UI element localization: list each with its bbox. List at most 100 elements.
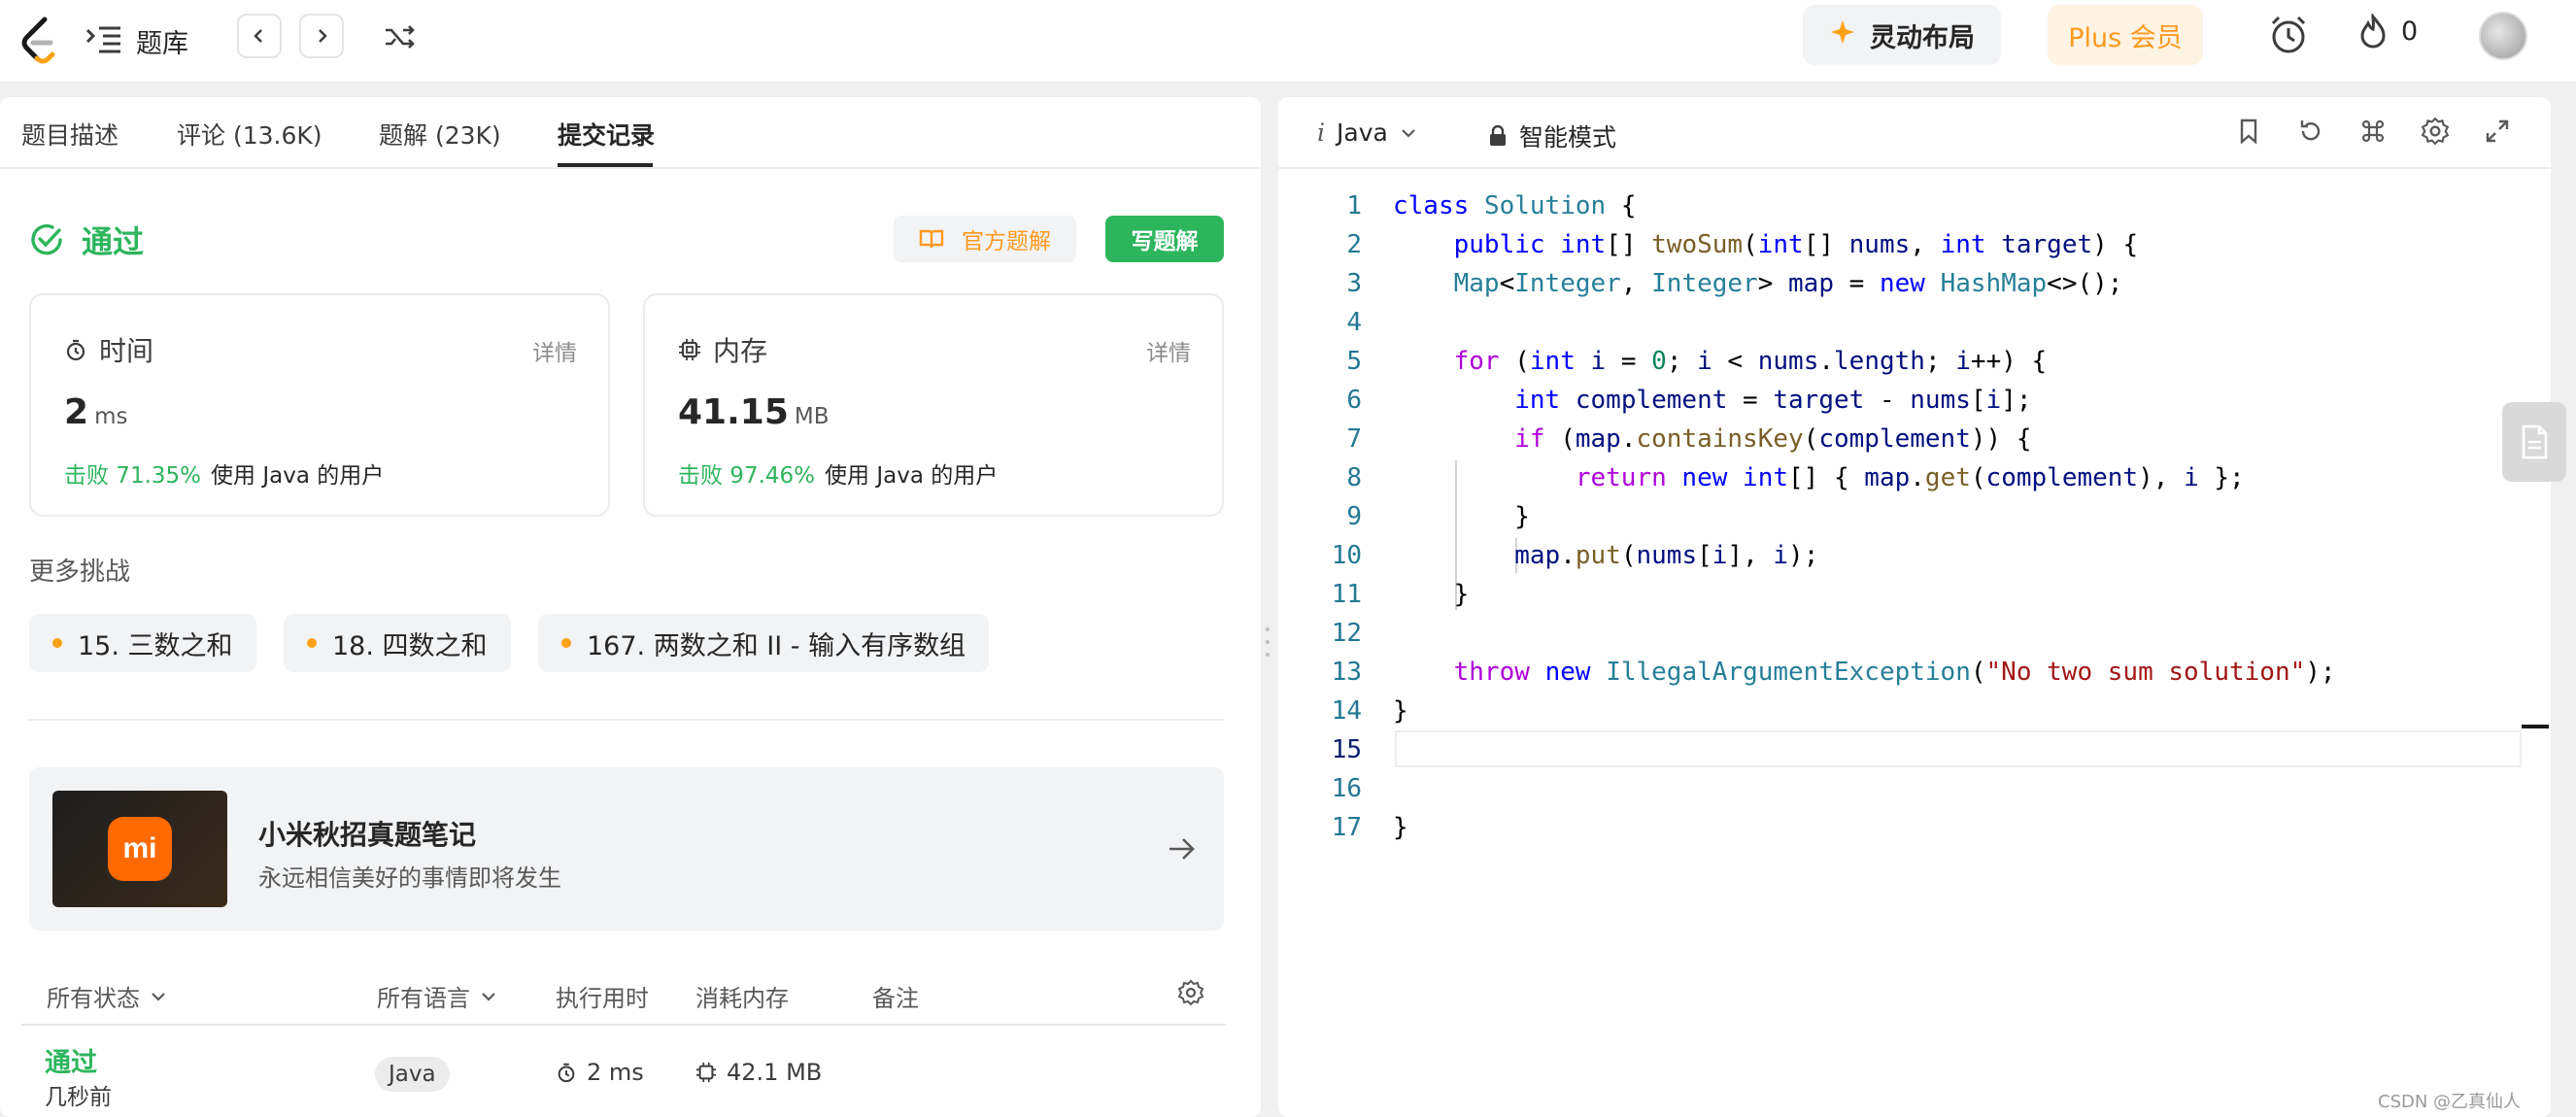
- problem-list-button[interactable]: 题库: [85, 17, 188, 64]
- active-tab-indicator: [558, 163, 653, 167]
- memory-detail-link[interactable]: 详情: [1146, 334, 1191, 367]
- challenge-chip-label: 18. 四数之和: [332, 630, 488, 661]
- tab-comments[interactable]: 评论 (13.6K): [177, 117, 322, 152]
- row-status[interactable]: 通过: [45, 1041, 97, 1079]
- plus-membership-button[interactable]: Plus 会员: [2048, 5, 2203, 65]
- smart-mode-toggle[interactable]: 智能模式: [1488, 118, 1616, 153]
- memory-column-header: 消耗内存: [695, 979, 789, 1013]
- problem-list-label: 题库: [136, 28, 188, 59]
- line-number: 14: [1331, 696, 1362, 726]
- code-line: 2 public int[] twoSum(int[] nums, int ta…: [1278, 225, 2531, 264]
- tab-description[interactable]: 题目描述: [21, 117, 119, 152]
- panel-tabs: 题目描述 评论 (13.6K) 题解 (23K) 提交记录: [0, 97, 1261, 169]
- reset-icon[interactable]: [2296, 117, 2325, 146]
- table-settings-button[interactable]: [1177, 979, 1204, 1006]
- random-problem-button[interactable]: [381, 17, 420, 56]
- code-text: }: [1393, 813, 1408, 842]
- dynamic-layout-label: 灵动布局: [1870, 22, 1975, 53]
- streak-count: 0: [2401, 16, 2419, 47]
- row-runtime-value: 2 ms: [587, 1059, 644, 1086]
- chevron-left-icon: [254, 29, 262, 43]
- challenge-chip-label: 15. 三数之和: [78, 630, 233, 661]
- settings-icon[interactable]: [2421, 117, 2450, 146]
- language-selector[interactable]: i Java: [1317, 118, 1417, 147]
- line-number: 13: [1331, 658, 1362, 687]
- code-area[interactable]: 1 class Solution { 2 public int[] twoSum(…: [1278, 186, 2531, 847]
- memory-card-title: 内存: [713, 335, 768, 367]
- row-language-badge: Java: [375, 1057, 450, 1092]
- code-text: if (map.containsKey(complement)) {: [1514, 424, 2032, 454]
- tab-solutions[interactable]: 题解 (23K): [379, 117, 501, 152]
- bookmark-icon[interactable]: [2234, 117, 2263, 146]
- code-line: 5 for (int i = 0; i < nums.length; i++) …: [1278, 342, 2531, 381]
- challenge-chip[interactable]: 18. 四数之和: [284, 614, 511, 672]
- runtime-card-title: 时间: [99, 335, 154, 367]
- promo-title: 小米秋招真题笔记: [258, 819, 477, 851]
- alarm-clock-icon[interactable]: [2267, 14, 2310, 56]
- note-column-header: 备注: [872, 979, 919, 1013]
- watermark: CSDN @乙真仙人: [2378, 1092, 2522, 1112]
- runtime-beat: 击败 71.35% 使用 Java 的用户: [64, 457, 384, 490]
- code-text: Map<Integer, Integer> map = new HashMap<…: [1453, 269, 2123, 298]
- challenge-chip[interactable]: 167. 两数之和 II - 输入有序数组: [538, 614, 990, 672]
- memory-value: 41.15 MB: [678, 392, 830, 432]
- stopwatch-icon: [558, 1063, 575, 1083]
- notes-side-button[interactable]: [2502, 402, 2566, 482]
- code-text: map.put(nums[i], i);: [1514, 541, 1819, 570]
- dynamic-layout-button[interactable]: 灵动布局: [1803, 5, 2001, 65]
- panel-resize-handle[interactable]: [1265, 627, 1271, 657]
- memory-card[interactable]: 内存 详情 41.15 MB 击败 97.46% 使用 Java 的用户: [643, 293, 1224, 517]
- line-number: 5: [1346, 347, 1362, 376]
- code-line: 12: [1278, 614, 2531, 653]
- promo-subtitle: 永远相信美好的事情即将发生: [258, 864, 561, 892]
- user-avatar[interactable]: [2479, 12, 2527, 60]
- leetcode-logo-icon[interactable]: [17, 16, 60, 66]
- info-icon: i: [1317, 118, 1325, 147]
- result-status: 通过: [29, 218, 144, 262]
- challenge-chip[interactable]: 15. 三数之和: [29, 614, 256, 672]
- document-icon: [2522, 424, 2548, 459]
- runtime-detail-link[interactable]: 详情: [532, 334, 577, 367]
- chevron-down-icon: [1402, 128, 1415, 138]
- runtime-value: 2 ms: [64, 392, 127, 432]
- next-problem-button[interactable]: [299, 14, 344, 58]
- difficulty-dot-icon: [561, 638, 571, 648]
- line-number: 17: [1331, 813, 1362, 842]
- language-filter-dropdown[interactable]: 所有语言: [377, 979, 497, 1013]
- runtime-beat-suffix: 使用 Java 的用户: [211, 463, 385, 489]
- line-number: 4: [1346, 308, 1362, 337]
- row-memory: 42.1 MB: [695, 1059, 822, 1086]
- code-text: return new int[] { map.get(complement), …: [1575, 463, 2245, 492]
- editor-toolbar: i Java 智能模式: [1278, 97, 2551, 169]
- memory-unit: MB: [794, 404, 830, 429]
- write-solution-button[interactable]: 写题解: [1105, 216, 1224, 262]
- section-divider: [27, 719, 1224, 721]
- more-challenges-title: 更多挑战: [29, 558, 131, 587]
- runtime-column-label: 执行用时: [556, 985, 649, 1012]
- tab-submissions[interactable]: 提交记录: [558, 117, 655, 152]
- line-number: 15: [1331, 735, 1362, 764]
- flame-icon: [2360, 14, 2386, 49]
- chip-icon: [695, 1062, 717, 1083]
- command-icon[interactable]: [2358, 117, 2388, 146]
- line-number: 6: [1346, 386, 1362, 415]
- promo-banner[interactable]: mi 小米秋招真题笔记 永远相信美好的事情即将发生: [29, 767, 1224, 931]
- chevron-down-icon: [152, 992, 165, 1001]
- code-line: 17}: [1278, 808, 2531, 847]
- arrow-right-icon: [1162, 829, 1201, 868]
- code-text: public int[] twoSum(int[] nums, int targ…: [1453, 230, 2139, 259]
- row-submit-time: 几秒前: [45, 1085, 112, 1110]
- status-filter-dropdown[interactable]: 所有状态: [47, 979, 167, 1013]
- line-number: 1: [1346, 191, 1362, 220]
- runtime-card[interactable]: 时间 详情 2 ms 击败 71.35% 使用 Java 的用户: [29, 293, 610, 517]
- streak-counter[interactable]: 0: [2358, 14, 2418, 49]
- prev-problem-button[interactable]: [237, 14, 282, 58]
- shuffle-icon: [386, 25, 415, 49]
- memory-number: 41.15: [678, 392, 789, 432]
- fullscreen-icon[interactable]: [2483, 117, 2512, 146]
- code-line: 11 }: [1278, 575, 2531, 614]
- lock-icon: [1490, 125, 1506, 146]
- line-number: 7: [1346, 424, 1362, 454]
- official-solution-button[interactable]: 官方题解: [894, 216, 1076, 262]
- editor-actions: [2234, 117, 2512, 146]
